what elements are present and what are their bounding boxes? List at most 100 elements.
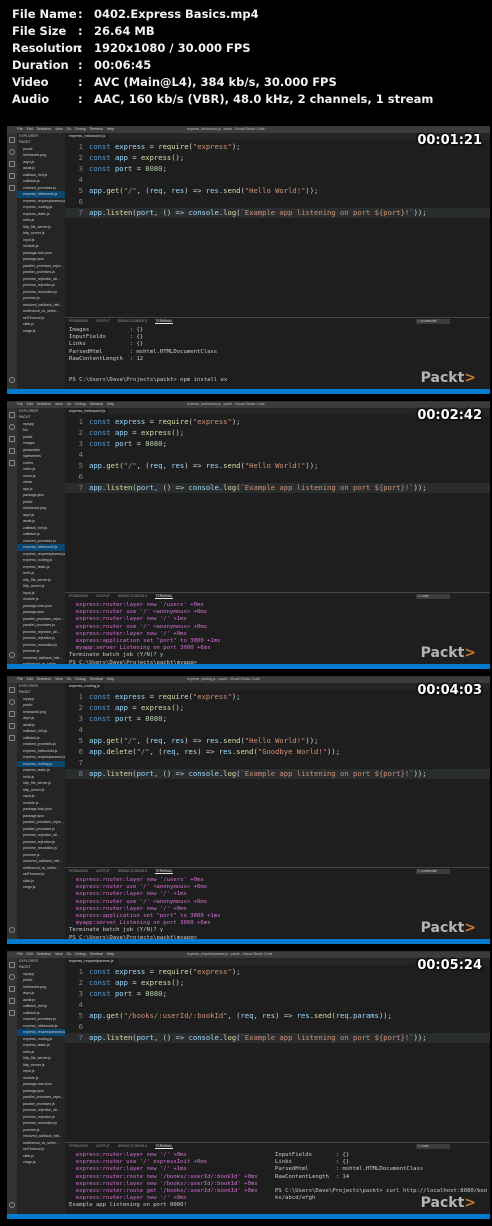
panel-tab-output[interactable]: OUTPUT [96, 869, 110, 873]
panel-tab-debug-console[interactable]: DEBUG CONSOLE [118, 319, 148, 323]
explorer-item[interactable]: resolved_callback_hell... [17, 858, 65, 865]
explorer-item[interactable]: parallel_promises_rejec... [17, 1094, 65, 1101]
search-icon[interactable] [9, 424, 15, 430]
panel-tab-problems[interactable]: PROBLEMS [69, 594, 88, 598]
menu-item-help[interactable]: Help [107, 677, 114, 681]
code-line[interactable]: 3 const port = 8080; [65, 989, 490, 999]
panel-tab-problems[interactable]: PROBLEMS [69, 869, 88, 873]
files-icon[interactable] [9, 962, 15, 968]
extensions-icon[interactable] [9, 460, 15, 466]
menu-item-edit[interactable]: Edit [27, 127, 33, 131]
menu-item-selection[interactable]: Selection [37, 952, 51, 956]
debug-icon[interactable] [9, 173, 15, 179]
menu-item-go[interactable]: Go [67, 952, 72, 956]
menu-item-selection[interactable]: Selection [37, 127, 51, 131]
panel-tab-problems[interactable]: PROBLEMS [69, 1144, 88, 1148]
gear-icon[interactable] [9, 927, 15, 933]
code-line[interactable]: 6 [65, 1022, 490, 1032]
panel-tab-terminal[interactable]: TERMINAL [155, 1144, 173, 1149]
panel-tab-debug-console[interactable]: DEBUG CONSOLE [118, 594, 148, 598]
code-line[interactable]: 4 [65, 175, 490, 185]
terminal-select[interactable]: 1: powershell [416, 869, 450, 874]
menu-item-view[interactable]: View [55, 127, 63, 131]
explorer-item[interactable]: zargs.js [17, 328, 65, 335]
menu-item-help[interactable]: Help [107, 952, 114, 956]
source-control-icon[interactable] [9, 161, 15, 167]
code-line[interactable]: 6 [65, 472, 490, 482]
code-line[interactable]: 2 const app = express(); [65, 703, 490, 713]
panel-tab-debug-console[interactable]: DEBUG CONSOLE [118, 1144, 148, 1148]
terminal-select[interactable]: 1: powershell [416, 319, 450, 324]
code-line[interactable]: 7 app.listen(port, () => console.log(`Exa… [65, 208, 490, 218]
code-line[interactable]: 5 app.get("/", (req, res) => res.send("He… [65, 461, 490, 471]
gear-icon[interactable] [9, 652, 15, 658]
code-line[interactable]: 5 app.get("/", (req, res) => res.send("He… [65, 186, 490, 196]
code-line[interactable]: 7 app.listen(port, () => console.log(`Exa… [65, 483, 490, 493]
search-icon[interactable] [9, 974, 15, 980]
menu-item-view[interactable]: View [55, 402, 63, 406]
menu-item-terminal[interactable]: Terminal [90, 952, 103, 956]
explorer-item[interactable]: zargs.js [17, 1159, 65, 1166]
files-icon[interactable] [9, 412, 15, 418]
code-line[interactable]: 8 app.listen(port, () => console.log(`Exa… [65, 769, 490, 779]
editor-tab[interactable]: express_requestparams.js [65, 958, 118, 965]
menu-item-file[interactable]: File [17, 402, 23, 406]
extensions-icon[interactable] [9, 1010, 15, 1016]
files-icon[interactable] [9, 137, 15, 143]
explorer-item[interactable]: promise_rejection_all... [17, 832, 65, 839]
explorer-item[interactable]: parallel_promises_rejec... [17, 819, 65, 826]
code-line[interactable]: 7 [65, 758, 490, 768]
explorer-item[interactable]: promise_rejection_all... [17, 1107, 65, 1114]
code-line[interactable]: 7 app.listen(port, () => console.log(`Exa… [65, 1033, 490, 1043]
panel-tab-debug-console[interactable]: DEBUG CONSOLE [118, 869, 148, 873]
code-line[interactable]: 6 [65, 197, 490, 207]
code-line[interactable]: 4 [65, 450, 490, 460]
menu-item-selection[interactable]: Selection [37, 402, 51, 406]
extensions-icon[interactable] [9, 185, 15, 191]
menu-item-file[interactable]: File [17, 127, 23, 131]
menu-item-debug[interactable]: Debug [75, 127, 85, 131]
code-line[interactable]: 3 const port = 8080; [65, 714, 490, 724]
panel-tab-terminal[interactable]: TERMINAL [155, 594, 173, 599]
menu-item-edit[interactable]: Edit [27, 677, 33, 681]
terminal-select[interactable]: 1: node [416, 594, 450, 599]
menu-item-go[interactable]: Go [67, 402, 72, 406]
menu-item-go[interactable]: Go [67, 677, 72, 681]
panel-tab-output[interactable]: OUTPUT [96, 319, 110, 323]
source-control-icon[interactable] [9, 711, 15, 717]
gear-icon[interactable] [9, 377, 15, 383]
debug-icon[interactable] [9, 448, 15, 454]
menu-item-terminal[interactable]: Terminal [90, 402, 103, 406]
menu-item-file[interactable]: File [17, 677, 23, 681]
menu-item-go[interactable]: Go [67, 127, 72, 131]
menu-item-help[interactable]: Help [107, 127, 114, 131]
explorer-item[interactable]: settimeout_vs_setim... [17, 308, 65, 315]
debug-icon[interactable] [9, 723, 15, 729]
code-line[interactable]: 3 const port = 8080; [65, 439, 490, 449]
menu-item-terminal[interactable]: Terminal [90, 677, 103, 681]
source-control-icon[interactable] [9, 986, 15, 992]
editor-tab[interactable]: express_routing.js [65, 683, 104, 690]
search-icon[interactable] [9, 699, 15, 705]
menu-item-file[interactable]: File [17, 952, 23, 956]
explorer-item[interactable]: zargs.js [17, 884, 65, 891]
menu-item-debug[interactable]: Debug [75, 402, 85, 406]
menu-item-help[interactable]: Help [107, 402, 114, 406]
code-line[interactable]: 5 app.get("/", (req, res) => res.send("He… [65, 736, 490, 746]
code-line[interactable]: 4 [65, 725, 490, 735]
panel-tab-problems[interactable]: PROBLEMS [69, 319, 88, 323]
explorer-item[interactable]: express_requestparams.js [17, 1029, 65, 1036]
explorer-item[interactable]: resolved_callback_hell... [17, 1133, 65, 1140]
code-line[interactable]: 2 const app = express(); [65, 978, 490, 988]
search-icon[interactable] [9, 149, 15, 155]
code-line[interactable]: 4 [65, 1000, 490, 1010]
code-line[interactable]: 6 app.delete("/", (req, res) => res.send(… [65, 747, 490, 757]
panel-tab-terminal[interactable]: TERMINAL [155, 319, 173, 324]
source-control-icon[interactable] [9, 436, 15, 442]
menu-item-view[interactable]: View [55, 952, 63, 956]
extensions-icon[interactable] [9, 735, 15, 741]
panel-tab-output[interactable]: OUTPUT [96, 594, 110, 598]
gear-icon[interactable] [9, 1202, 15, 1208]
menu-item-view[interactable]: View [55, 677, 63, 681]
code-line[interactable]: 2 const app = express(); [65, 428, 490, 438]
